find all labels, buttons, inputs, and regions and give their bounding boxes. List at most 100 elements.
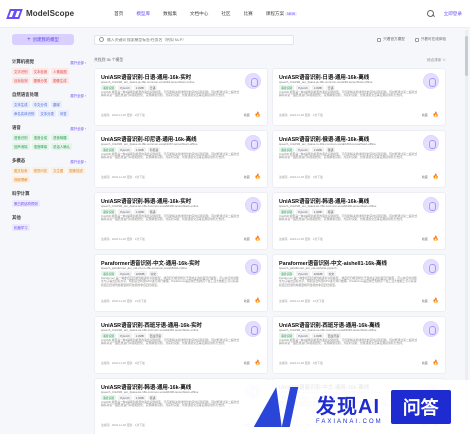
model-card[interactable]: UniASR语音识别-日语-通用-16k-实时 speech_UniASR_asr… xyxy=(94,68,268,126)
filter-tag[interactable]: 目标检测 xyxy=(12,77,30,84)
model-meta: 达摩院 · 2022-11-18 更新 · 1次下载 xyxy=(279,113,323,117)
model-description: UniASR 模型是一种2遍刷新模型的语音识别模型，不仅能解决离线场景的实时识别… xyxy=(279,338,418,346)
model-description: UniASR 模型是一种2遍刷新模型的语音识别模型，不仅能解决离线场景的实时识别… xyxy=(279,90,418,98)
favorite-button[interactable]: 收藏 xyxy=(422,361,428,365)
filter-tag[interactable]: 视觉问答 xyxy=(31,167,50,174)
card-actions: 收藏 🔥 xyxy=(422,298,439,304)
filter-tag[interactable]: 命名实体识别 xyxy=(12,110,37,117)
search-icon[interactable] xyxy=(426,9,436,19)
model-meta: 达摩院 · 2022-11-18 更新 · 2次下载 xyxy=(101,113,145,117)
filter-tag[interactable]: 问答 xyxy=(57,110,69,117)
model-id: speech_UniASR_asr_2pass-ja-16k-common-vo… xyxy=(279,80,373,84)
filter-group: 自然语言处理 展开全部 › 文本生成 中文分词 翻译 命名实体识别 文本分类 问答 xyxy=(12,92,86,117)
filter-tag[interactable]: 蛋白质结构预测 xyxy=(12,200,40,207)
filter-tag[interactable]: 人像抠图 xyxy=(51,68,69,75)
filter-group: 计算机视觉 展开全部 › 文字识别 文本检测 人像抠图 目标检测 图像分类 图像生成 xyxy=(12,59,86,84)
favorite-button[interactable]: 收藏 xyxy=(244,175,250,179)
model-meta: 达摩院 · 2022-11-18 更新 · 12次下载 xyxy=(279,299,325,303)
page-scrollbar[interactable] xyxy=(465,30,468,430)
favorite-button[interactable]: 收藏 xyxy=(244,361,250,365)
model-search-input[interactable] xyxy=(107,37,277,42)
hot-icon: 🔥 xyxy=(254,298,261,304)
expand-all-link[interactable]: 展开全部 › xyxy=(70,93,86,98)
filter-tag[interactable]: 翻译 xyxy=(51,101,62,108)
nav-item[interactable]: 课程方案 NEW xyxy=(265,10,298,17)
nav-item[interactable]: 数据集 xyxy=(163,11,177,17)
favorite-button[interactable]: 收藏 xyxy=(244,299,250,303)
nav-item[interactable]: 首页 xyxy=(114,11,123,17)
favorite-button[interactable]: 收藏 xyxy=(422,113,428,117)
filter-tag[interactable]: 回声消除 xyxy=(12,143,30,150)
nav-item-label: 文档中心 xyxy=(189,10,209,16)
nav-item[interactable]: 社区 xyxy=(221,11,230,17)
filter-group: 科学计算 蛋白质结构预测 xyxy=(12,191,86,207)
filter-tag[interactable]: 图像分类 xyxy=(31,77,50,84)
favorite-button[interactable]: 收藏 xyxy=(244,113,250,117)
filter-tag[interactable]: 图像描述 xyxy=(67,167,85,174)
filter-tag[interactable]: 文生图 xyxy=(51,167,66,174)
model-card[interactable]: UniASR语音识别-西班牙语-通用-16k-实时 speech_UniASR_a… xyxy=(94,316,268,374)
nav-item[interactable]: 文档中心 xyxy=(190,11,208,17)
favorite-button[interactable]: 收藏 xyxy=(422,237,428,241)
card-actions: 收藏 🔥 xyxy=(244,360,261,366)
model-id: speech_UniASR_asr_2pass-ko-16k-common-vo… xyxy=(101,390,199,394)
hot-icon: 🔥 xyxy=(254,360,261,366)
filter-tag[interactable]: 语音唤醒 xyxy=(51,134,69,141)
official-only-label: 只看官方模型 xyxy=(383,37,405,41)
nav-item[interactable]: 模型库 xyxy=(136,11,150,17)
filter-tag[interactable]: 文本检测 xyxy=(31,68,50,75)
create-model-button[interactable]: + 创建我的模型 xyxy=(12,34,74,45)
model-id: speech_UniASR_asr_2pass-ko-16k-common-vo… xyxy=(101,204,199,208)
filter-tag[interactable]: 文字识别 xyxy=(12,68,30,75)
model-card[interactable]: UniASR语音识别-西班牙语-通用-16k-离线 speech_UniASR_a… xyxy=(272,316,446,374)
model-card[interactable]: Paraformer语音识别-中文-通用-16k-实时 speech_parafo… xyxy=(94,254,268,312)
expand-all-link[interactable]: 展开全部 › xyxy=(70,60,86,65)
filter-sidebar: + 创建我的模型 计算机视觉 展开全部 › 文字识别 文本检测 人像抠图 目标检测 图像分类… xyxy=(12,34,86,234)
modelscope-logo-icon xyxy=(6,8,23,19)
card-actions: 收藏 🔥 xyxy=(422,174,439,180)
filter-tag[interactable]: 文本生成 xyxy=(12,101,30,108)
filter-tag[interactable]: 机器学习 xyxy=(12,224,30,231)
nav-item-label: 课程方案 xyxy=(265,10,285,16)
model-card[interactable]: UniASR语音识别-韩语-通用-16k-离线 speech_UniASR_asr… xyxy=(94,378,268,434)
model-card[interactable]: UniASR语音识别-俄语-通用-16k-离线 speech_UniASR_asr… xyxy=(272,130,446,188)
model-description: UniASR 模型是一种2遍刷新模型的语音识别模型，不仅能解决离线场景的实时识别… xyxy=(101,214,240,222)
favorite-button[interactable]: 收藏 xyxy=(422,175,428,179)
model-card[interactable]: Paraformer语音识别-中文-aishell1-16k-离线 speech_… xyxy=(272,254,446,312)
favorite-button[interactable]: 收藏 xyxy=(422,299,428,303)
model-avatar-icon xyxy=(423,135,439,151)
brand-logo[interactable]: ModelScope xyxy=(6,8,75,19)
filter-tag[interactable]: 语音识别 xyxy=(12,134,30,141)
create-model-label: 创建我的模型 xyxy=(32,36,59,42)
model-card[interactable]: UniASR语音识别-韩语-通用-16k-实时 speech_UniASR_asr… xyxy=(94,192,268,250)
model-search-box[interactable] xyxy=(94,34,294,45)
card-actions: 收藏 🔥 xyxy=(244,298,261,304)
filter-tag[interactable]: 图像生成 xyxy=(51,77,69,84)
favorite-button[interactable]: 收藏 xyxy=(244,237,250,241)
nav-item[interactable]: 比赛 xyxy=(244,11,253,17)
filter-tag[interactable]: 中文分词 xyxy=(31,101,50,108)
official-only-checkbox[interactable]: 只看官方模型 xyxy=(377,37,405,42)
online-demo-checkbox[interactable]: 只看可在线体验 xyxy=(414,37,446,42)
model-card[interactable]: UniASR语音识别-日语-通用-16k-离线 speech_UniASR_asr… xyxy=(272,68,446,126)
checkbox-icon xyxy=(414,37,419,42)
filter-tag[interactable]: 文本分类 xyxy=(38,110,56,117)
model-card[interactable]: UniASR语音识别-韩语-通用-16k-离线 speech_UniASR_asr… xyxy=(272,192,446,250)
scrollbar-thumb[interactable] xyxy=(465,36,468,76)
model-id: speech_UniASR_asr_2pass-es-16k-common-vo… xyxy=(101,328,199,332)
expand-all-link[interactable]: 展开全部 › xyxy=(70,159,86,164)
filter-tag[interactable]: 说话人确认 xyxy=(51,143,73,150)
login-button[interactable]: 立即登录 xyxy=(444,11,462,17)
model-card[interactable]: UniASR语音识别-印尼语-通用-16k-离线 speech_UniASR_as… xyxy=(94,130,268,188)
filter-tag[interactable]: 视频理解 xyxy=(12,176,30,183)
filter-tag[interactable]: 语音降噪 xyxy=(31,143,50,150)
model-meta: 达摩院 · 2022-11-18 更新 · 0次下载 xyxy=(279,361,323,365)
brand-name: ModelScope xyxy=(26,9,75,18)
filter-tag[interactable]: 图文检索 xyxy=(12,167,30,174)
expand-all-link[interactable]: 展开全部 › xyxy=(70,126,86,131)
model-avatar-icon xyxy=(245,259,261,275)
sort-dropdown[interactable]: 综合排序 ∨ xyxy=(427,58,446,63)
filter-group-title: 其他 xyxy=(12,215,21,220)
filter-tag[interactable]: 语音合成 xyxy=(31,134,50,141)
model-meta: 达摩院 · 2022-11-18 更新 · 0次下载 xyxy=(279,175,323,179)
